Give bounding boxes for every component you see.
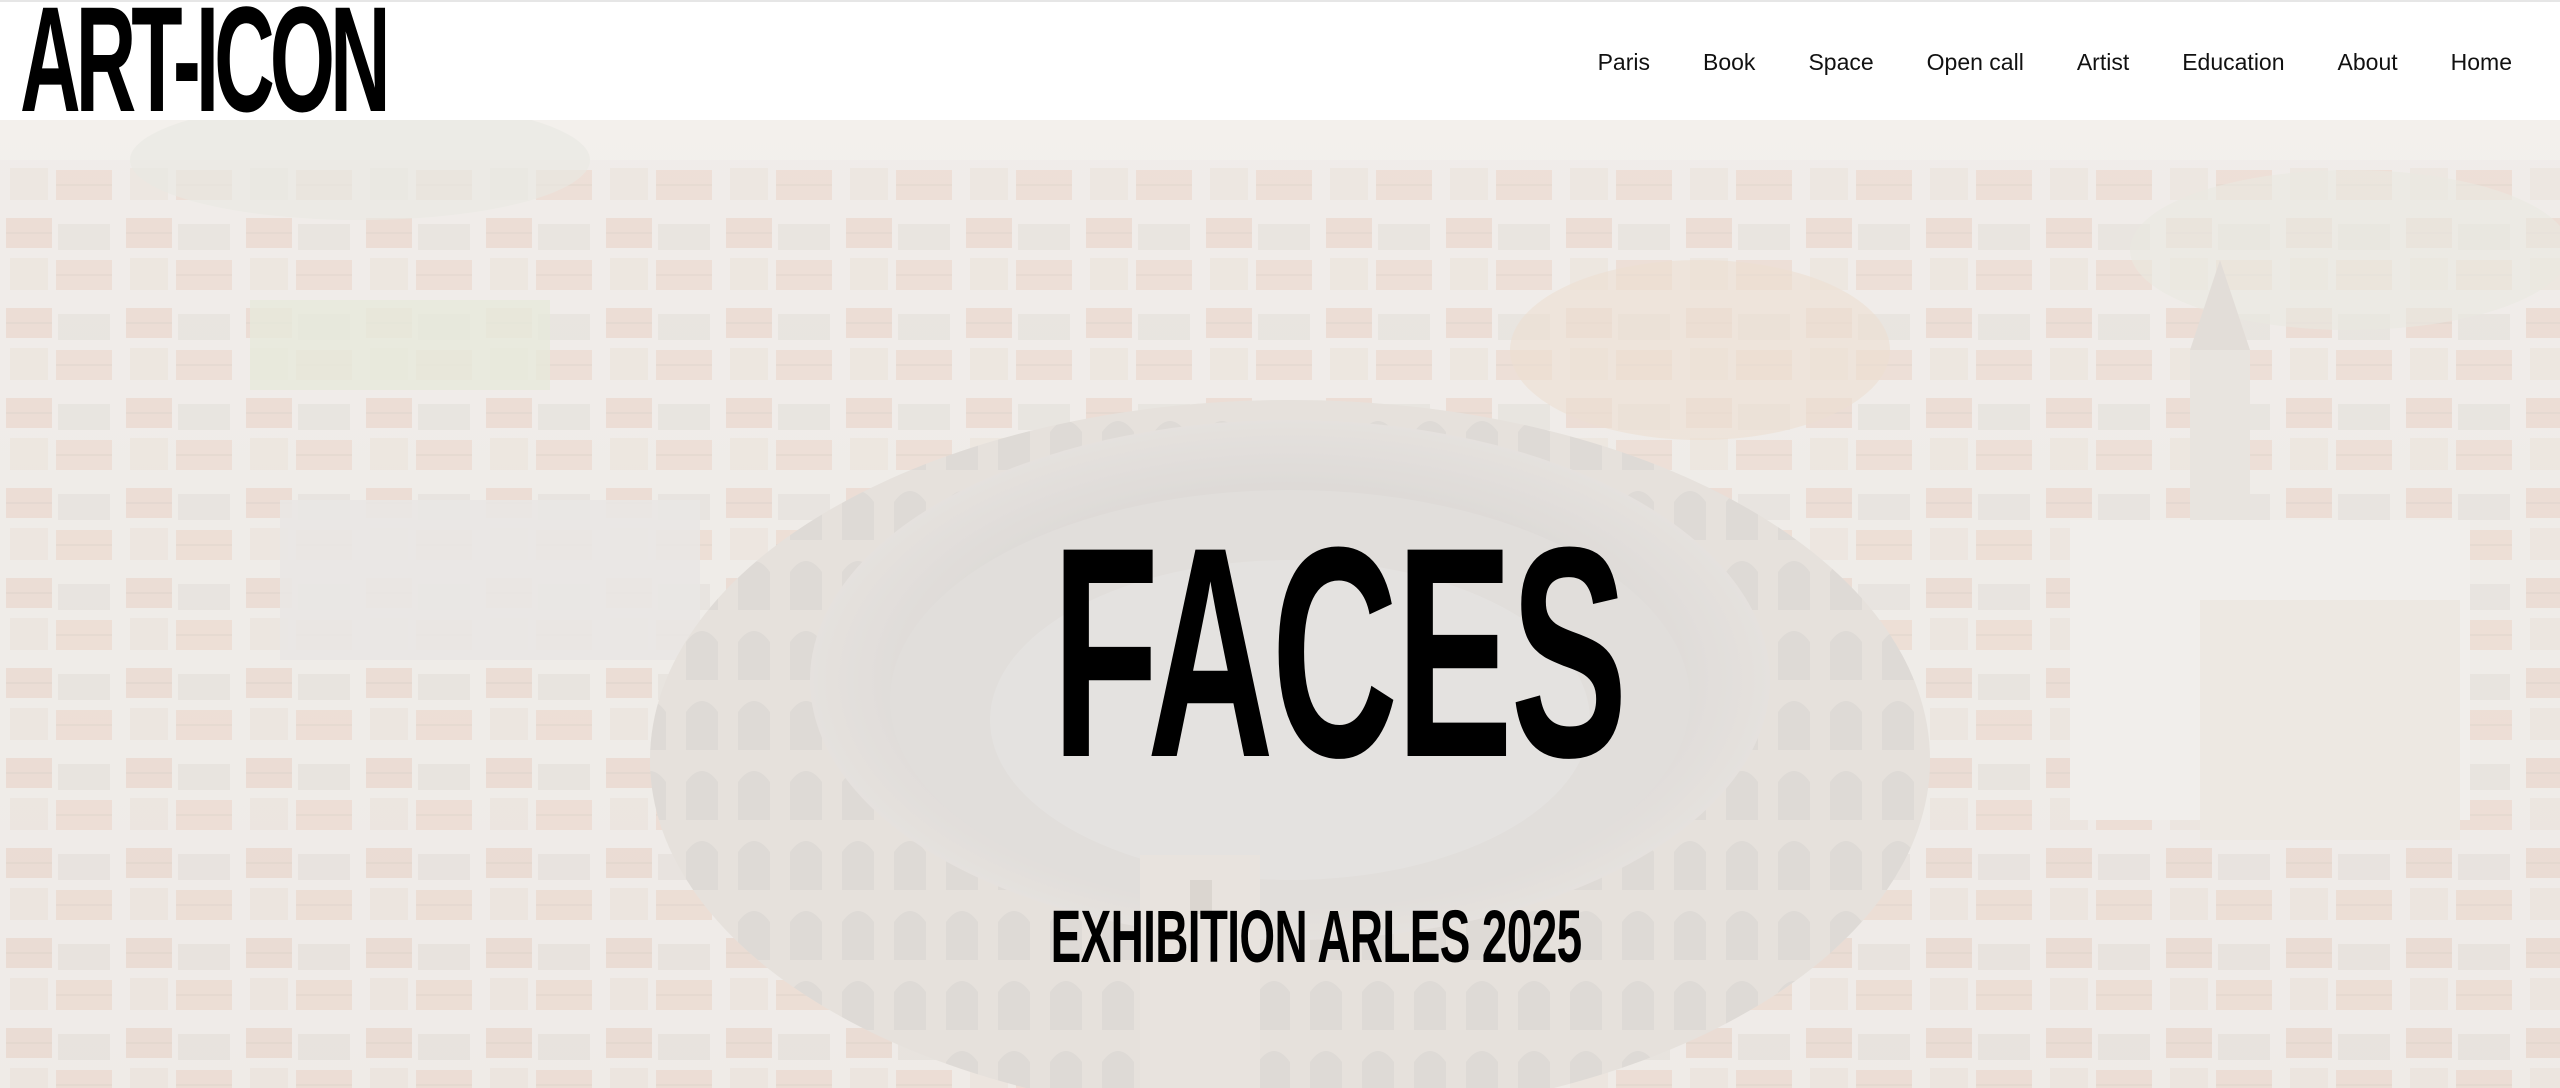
nav-item-paris[interactable]: Paris (1598, 49, 1650, 76)
hero-subtitle: EXHIBITION ARLES 2025 (1051, 900, 1583, 974)
hero-title-text: FACES (1051, 484, 1628, 820)
site-logo[interactable]: ART-ICON (20, 0, 391, 134)
hero-section: FACES EXHIBITION ARLES 2025 (0, 120, 2560, 1088)
nav-item-artist[interactable]: Artist (2077, 49, 2129, 76)
nav-item-education[interactable]: Education (2182, 49, 2284, 76)
site-header: ART-ICON Paris Book Space Open call Arti… (0, 0, 2560, 134)
hero-subtitle-text: EXHIBITION ARLES 2025 (1050, 895, 1583, 978)
nav-item-book[interactable]: Book (1703, 49, 1755, 76)
page: ART-ICON Paris Book Space Open call Arti… (0, 0, 2560, 1088)
hero-title: FACES (1052, 502, 1628, 802)
nav-item-open-call[interactable]: Open call (1927, 49, 2024, 76)
nav-item-space[interactable]: Space (1808, 49, 1873, 76)
nav-item-home[interactable]: Home (2451, 49, 2512, 76)
nav-item-about[interactable]: About (2338, 49, 2398, 76)
main-nav: Paris Book Space Open call Artist Educat… (1598, 2, 2512, 122)
